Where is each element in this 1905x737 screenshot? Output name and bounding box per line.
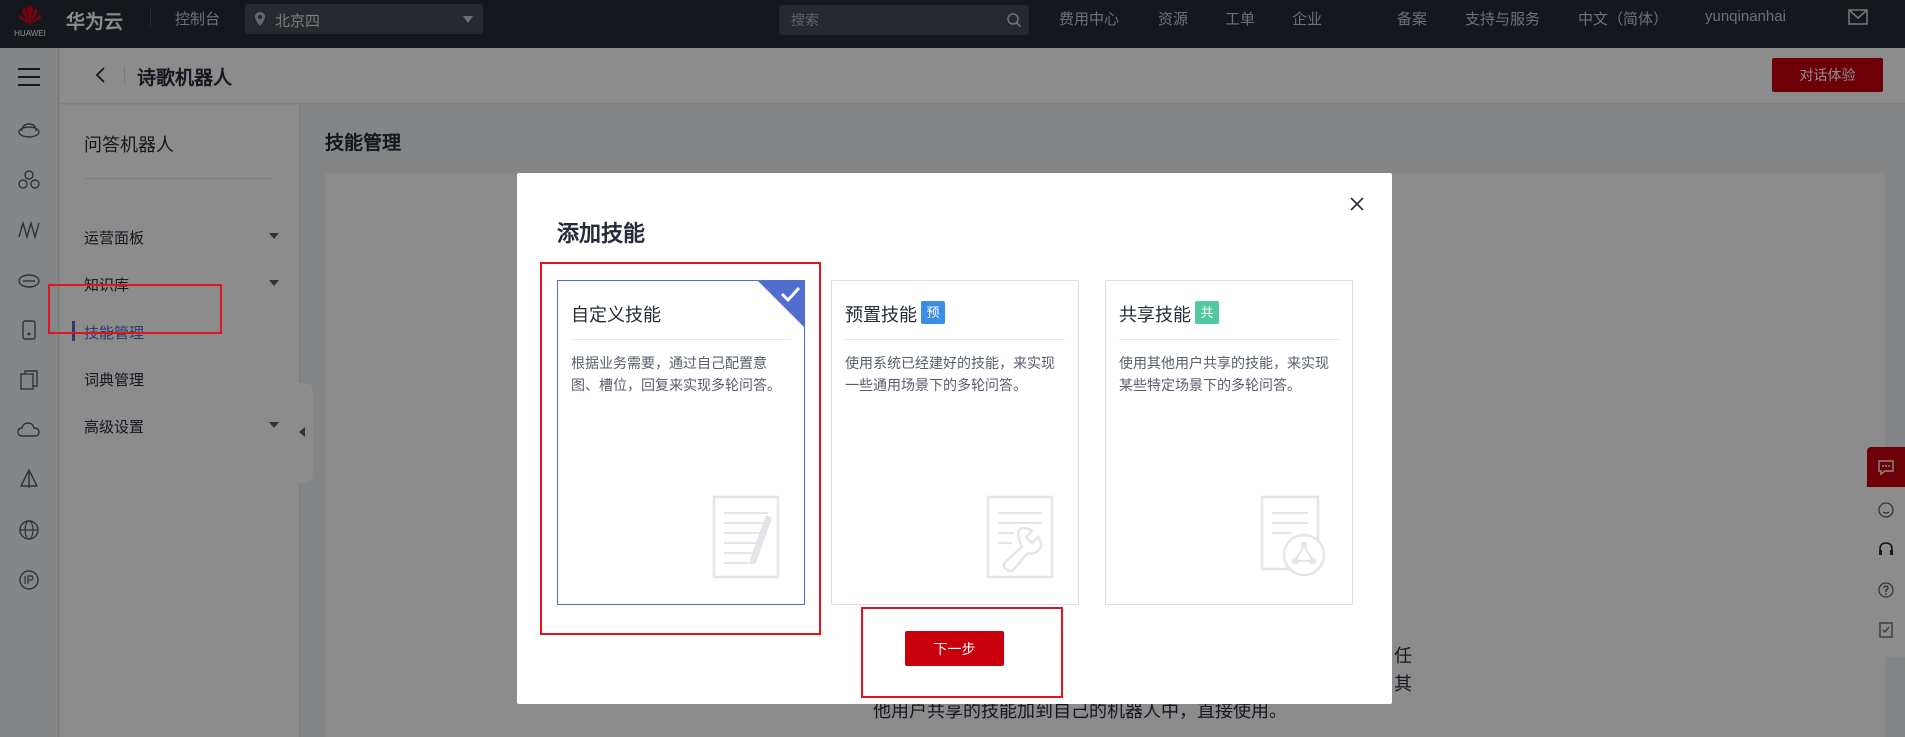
preset-badge: 预: [921, 301, 945, 324]
shared-skill-card[interactable]: 共享技能 共 使用其他用户共享的技能，来实现某些特定场景下的多轮问答。: [1105, 280, 1353, 605]
shared-badge: 共: [1195, 301, 1219, 324]
card-divider: [1119, 339, 1339, 340]
document-wrench-icon: [986, 495, 1054, 579]
skill-name: 共享技能: [1119, 305, 1191, 325]
skill-name: 预置技能: [845, 305, 917, 325]
dialog-title: 添加技能: [557, 221, 646, 246]
preset-skill-card[interactable]: 预置技能 预 使用系统已经建好的技能，来实现一些通用场景下的多轮问答。: [831, 280, 1079, 605]
highlight-box-next: [861, 607, 1063, 698]
card-divider: [845, 339, 1065, 340]
highlight-box-menu: [48, 284, 222, 334]
skill-description: 使用系统已经建好的技能，来实现一些通用场景下的多轮问答。: [845, 355, 1055, 393]
highlight-box-card: [540, 262, 821, 635]
skill-description: 使用其他用户共享的技能，来实现某些特定场景下的多轮问答。: [1119, 355, 1329, 393]
document-share-icon: [1260, 495, 1326, 577]
close-icon[interactable]: [1349, 196, 1365, 212]
